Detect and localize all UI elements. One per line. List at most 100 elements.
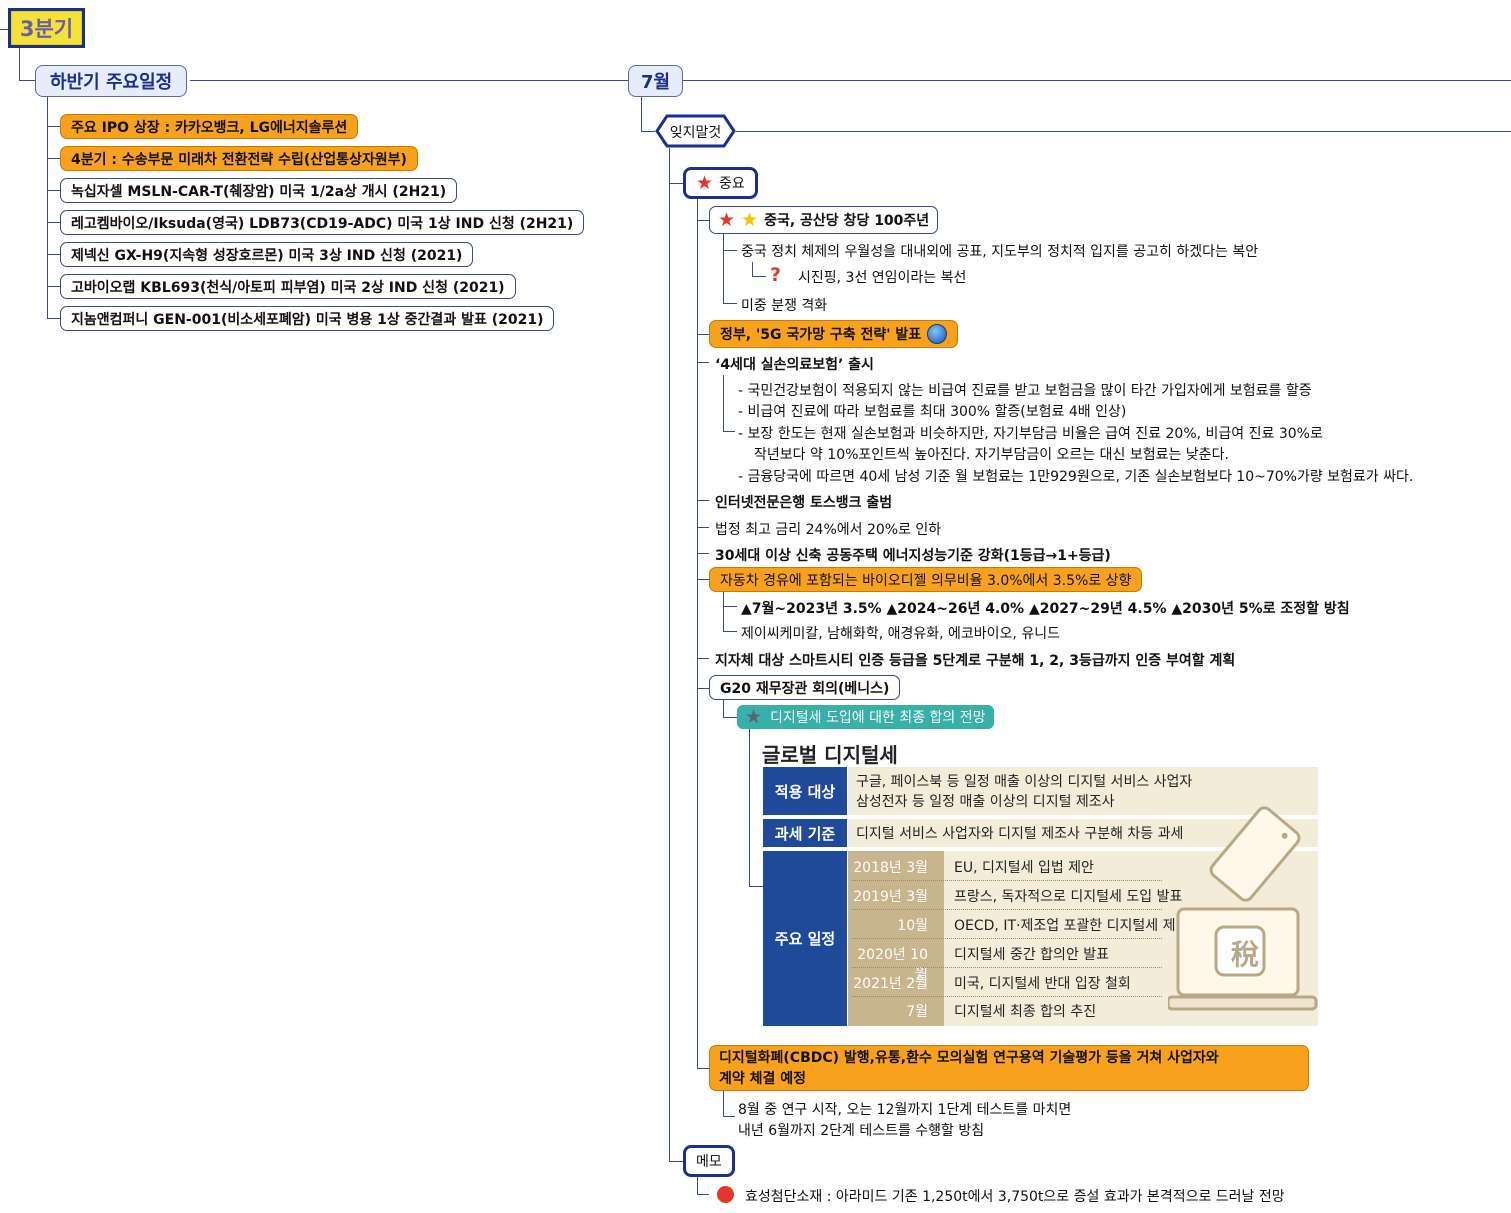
basis-label: 과세 기준 [763, 819, 847, 847]
smartcity-node[interactable]: 지자체 대상 스마트시티 인증 등급을 5단계로 구분해 1, 2, 3등급까지… [715, 650, 1235, 670]
dont-forget-node[interactable]: 잊지말것 [655, 114, 736, 148]
yellow-star-icon: ★ [741, 208, 759, 231]
connector [0, 29, 8, 30]
connector [669, 1161, 683, 1162]
connector [641, 97, 642, 131]
connector [47, 286, 60, 287]
schedule-event: EU, 디지털세 입법 제안 [954, 860, 1094, 876]
connector [697, 579, 709, 580]
connector [47, 190, 60, 191]
g5-node[interactable]: 정부, '5G 국가망 구축 전략' 발표 [709, 320, 959, 348]
schedule-date: 2018년 3월 [853, 860, 928, 876]
red-star-icon: ★ [718, 208, 736, 231]
biodiesel-sub2: 제이씨케미칼, 남해화학, 애경유화, 에코바이오, 유니드 [741, 626, 1060, 642]
china-sub1a: 시진핑, 3선 연임이라는 복선 [798, 270, 967, 286]
connector [47, 97, 48, 318]
connector [47, 158, 60, 159]
left-item[interactable]: 제넥신 GX-H9(지속형 성장호르몬) 미국 3상 IND 신청 (2021) [60, 242, 474, 267]
connector [736, 131, 1511, 132]
connector [47, 318, 60, 319]
energy-node[interactable]: 30세대 이상 신축 공동주택 에너지성능기준 강화(1등급→1+등급) [715, 545, 1111, 565]
left-item[interactable]: 주요 IPO 상장 : 카카오뱅크, LG에너지솔루션 [60, 114, 359, 139]
globe-icon [927, 324, 948, 344]
dotted-divider [852, 938, 1162, 939]
phone-illustration [1209, 806, 1301, 902]
connector [697, 1177, 698, 1194]
insurance-line: - 국민건강보험이 적용되지 않는 비급여 진료를 받고 보험금을 많이 타간 … [738, 383, 1312, 399]
schedule-event: 디지털세 중간 합의안 발표 [954, 947, 1110, 963]
schedule-date: 10월 [897, 918, 928, 934]
insurance-node[interactable]: ‘4세대 실손의료보험’ 출시 [715, 354, 874, 374]
schedule-label: 주요 일정 [763, 851, 847, 1026]
tax-character: 稅 [1230, 938, 1259, 971]
red-star-icon: ★ [696, 171, 714, 194]
biodiesel-node[interactable]: 자동차 경유에 포함되는 바이오디젤 의무비율 3.0%에서 3.5%로 상향 [709, 567, 1143, 592]
target-label: 적용 대상 [763, 767, 847, 815]
connector [723, 375, 724, 431]
biodiesel-sub1: ▲7월~2023년 3.5% ▲2024~26년 4.0% ▲2027~29년 … [741, 601, 1350, 617]
left-item[interactable]: 레고켐바이오/Iksuda(영국) LDB73(CD19-ADC) 미국 1상 … [60, 210, 585, 235]
connector [47, 126, 60, 127]
left-branch-title[interactable]: 하반기 주요일정 [35, 65, 188, 97]
connector [697, 1194, 709, 1195]
connector [697, 334, 709, 335]
connector [697, 220, 709, 221]
schedule-event: OECD, IT·제조업 포괄한 디지털세 제안 [954, 918, 1189, 934]
connector [697, 1068, 709, 1069]
g20-sub-node[interactable]: ★ 디지털세 도입에 대한 최종 합의 전망 [737, 705, 994, 729]
connector [190, 80, 628, 81]
connector [47, 254, 60, 255]
dotted-divider [852, 880, 1162, 881]
schedule-event: 미국, 디지털세 반대 입장 철회 [954, 976, 1131, 992]
connector [723, 250, 737, 251]
schedule-event: 디지털세 최종 합의 추진 [954, 1004, 1097, 1020]
connector [723, 1116, 735, 1117]
memo-item[interactable]: 효성첨단소재 : 아라미드 기존 1,250t에서 3,750t으로 증설 효과… [745, 1186, 1285, 1206]
connector [697, 500, 709, 501]
china-node[interactable]: ★ ★ 중국, 공산당 창당 100주년 [709, 206, 939, 234]
schedule-date: 2019년 3월 [853, 889, 928, 905]
dotted-divider [852, 967, 1162, 968]
connector [680, 80, 1511, 81]
insurance-line: 작년보다 약 10%포인트씩 높아진다. 자기부담금이 오르는 대신 보험료는 … [754, 447, 1229, 463]
insurance-line: - 금융당국에 따르면 40세 남성 기준 월 보험료는 1만929원으로, 기… [738, 469, 1414, 485]
schedule-date: 7월 [906, 1004, 928, 1020]
connector [723, 700, 724, 717]
left-item[interactable]: 고바이오랩 KBL693(천식/아토피 피부염) 미국 2상 IND 신청 (2… [60, 274, 516, 299]
digital-tax-graphic: 글로벌 디지털세 적용 대상 구글, 페이스북 등 일정 매출 이상의 디지털 … [760, 735, 1320, 1030]
connector [723, 431, 735, 432]
schedule-event: 프랑스, 독자적으로 디지털세 도입 발표 [954, 889, 1183, 905]
china-sub1: 중국 정치 체제의 우월성을 대내외에 공표, 지도부의 정치적 입지를 공고히… [741, 244, 1259, 260]
dotted-divider [852, 909, 1162, 910]
left-item[interactable]: 녹십자셀 MSLN-CAR-T(췌장암) 미국 1/2a상 개시 (2H21) [60, 178, 458, 203]
rate-node[interactable]: 법정 최고 금리 24%에서 20%로 인하 [715, 519, 941, 539]
memo-node[interactable]: 메모 [683, 1145, 735, 1177]
connector [669, 183, 683, 184]
china-sub2: 미중 분쟁 격화 [741, 298, 828, 314]
toss-node[interactable]: 인터넷전문은행 토스뱅크 출범 [715, 492, 892, 512]
connector [749, 729, 750, 886]
month-node[interactable]: 7월 [628, 65, 684, 97]
question-icon: ? [770, 264, 782, 286]
connector [697, 527, 709, 528]
cbdc-sub2: 내년 6월까지 2단계 테스트를 수행할 방침 [738, 1123, 985, 1139]
important-node[interactable]: ★ 중요 [683, 167, 758, 199]
g20-node[interactable]: G20 재무장관 회의(베니스) [709, 675, 901, 700]
cbdc-node[interactable]: 디지털화폐(CBDC) 발행,유통,환수 모의실험 연구용역 기술평가 등을 거… [709, 1045, 1309, 1091]
root-label: 3분기 [19, 17, 74, 41]
root-node[interactable]: 3분기 [8, 8, 85, 48]
connector [723, 631, 737, 632]
connector [723, 606, 737, 607]
dotted-divider [852, 996, 1162, 997]
connector [723, 303, 737, 304]
left-item[interactable]: 4분기 : 수송부문 미래차 전환전략 수립(산업통상자원부) [60, 146, 418, 171]
schedule-date: 2021년 2월 [853, 976, 928, 992]
left-item[interactable]: 지놈앤컴퍼니 GEN-001(비소세포폐암) 미국 병용 1상 중간결과 발표 … [60, 306, 555, 331]
insurance-line: - 보장 한도는 현재 실손보험과 비슷하지만, 자기부담금 비율은 급여 진료… [738, 426, 1323, 442]
red-circle-icon [717, 1186, 734, 1203]
connector [697, 199, 698, 1069]
gray-star-icon: ★ [745, 706, 763, 728]
connector [19, 48, 20, 80]
connector [669, 148, 670, 1162]
connector [697, 658, 709, 659]
